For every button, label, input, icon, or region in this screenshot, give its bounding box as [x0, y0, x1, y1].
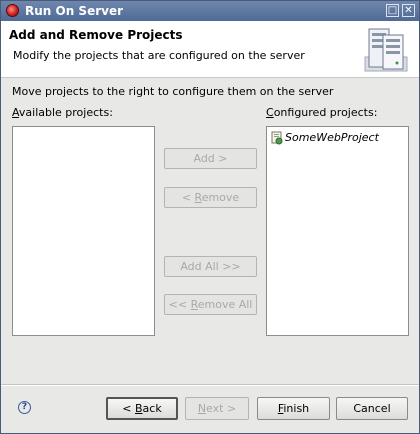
- available-projects-label: Available projects:: [12, 106, 113, 119]
- add-button[interactable]: Add >: [164, 148, 257, 169]
- instruction-text: Move projects to the right to configure …: [12, 85, 334, 98]
- next-button[interactable]: Next >: [185, 397, 249, 420]
- title-bar[interactable]: Run On Server □ ✕: [1, 1, 419, 21]
- page-description: Modify the projects that are configured …: [13, 49, 305, 62]
- list-item[interactable]: SomeWebProject: [271, 130, 379, 146]
- maximize-icon[interactable]: □: [386, 4, 399, 17]
- window-title: Run On Server: [25, 4, 124, 18]
- add-all-button[interactable]: Add All >>: [164, 256, 257, 277]
- page-title: Add and Remove Projects: [9, 28, 183, 42]
- web-project-icon: [271, 131, 283, 145]
- server-wizard-icon: [364, 28, 408, 72]
- configured-projects-label: Configured projects:: [266, 106, 378, 119]
- remove-all-button[interactable]: << Remove All: [164, 294, 257, 315]
- close-icon[interactable]: ✕: [402, 4, 415, 17]
- project-label: SomeWebProject: [285, 131, 379, 144]
- configured-projects-list[interactable]: SomeWebProject: [266, 126, 409, 336]
- back-button[interactable]: < Back: [106, 397, 178, 420]
- remove-button[interactable]: < Remove: [164, 187, 257, 208]
- wizard-header: Add and Remove Projects Modify the proje…: [1, 21, 419, 78]
- help-icon[interactable]: ?: [18, 401, 31, 414]
- cancel-button[interactable]: Cancel: [336, 397, 408, 420]
- available-projects-list[interactable]: [12, 126, 155, 336]
- run-on-server-dialog: Run On Server □ ✕ Add and Remove Project…: [0, 0, 420, 434]
- eclipse-app-icon: [6, 4, 19, 17]
- finish-button[interactable]: Finish: [257, 397, 330, 420]
- footer-separator: [1, 384, 419, 386]
